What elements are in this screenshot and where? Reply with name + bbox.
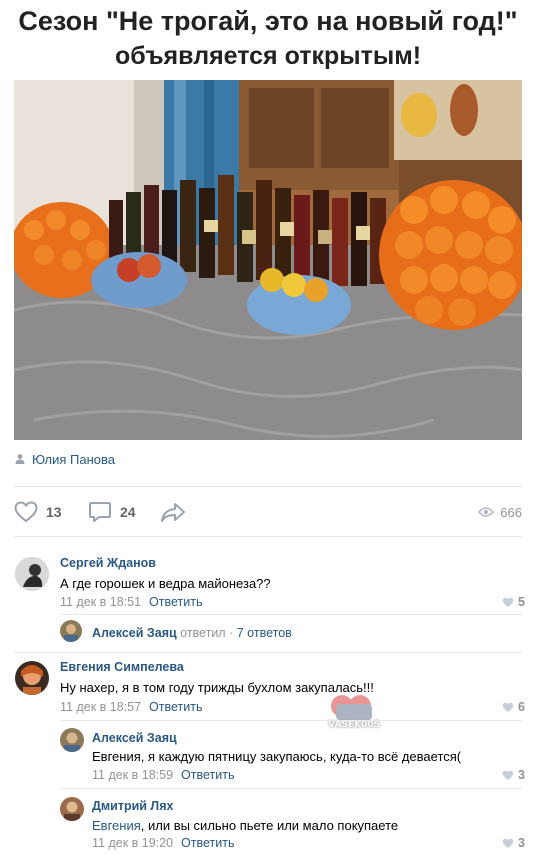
like-count: 13: [46, 504, 62, 520]
reply-button[interactable]: Ответить: [181, 836, 234, 850]
views-counter: 666: [478, 498, 522, 526]
heart-icon: [502, 770, 514, 780]
thread-summary[interactable]: Алексей Заяц ответил · 7 ответов: [92, 626, 292, 640]
heart-icon: [502, 838, 514, 848]
watermark-text: VASEK005: [328, 720, 380, 730]
photo-illustration: [14, 80, 522, 440]
avatar[interactable]: [60, 797, 84, 821]
reply-button[interactable]: Ответить: [149, 595, 202, 609]
avatar-image: [60, 797, 84, 821]
heart-icon: [14, 501, 38, 523]
post-author-name[interactable]: Юлия Панова: [32, 452, 115, 467]
views-count: 666: [500, 504, 522, 520]
reply-meta: 11 дек в 19:20 Ответить: [92, 836, 234, 850]
meme-caption-line-2: объявляется открытым!: [114, 42, 422, 70]
reply-like-button[interactable]: 3: [502, 836, 525, 850]
avatar-image: [15, 661, 49, 695]
post-author[interactable]: Юлия Панова: [14, 450, 115, 468]
comment-button[interactable]: 24: [88, 498, 136, 526]
watermark: VASEK005: [322, 690, 386, 738]
reply-text: Евгения, или вы сильно пьете или мало по…: [92, 818, 398, 833]
post-photo[interactable]: [14, 80, 522, 440]
meme-caption: Сезон "Не трогай, это на новый год!" объ…: [14, 0, 522, 80]
avatar-image: [60, 728, 84, 752]
divider: [14, 536, 522, 537]
reply-date[interactable]: 11 дек в 18:59: [92, 768, 173, 782]
watermark-logo: [331, 695, 372, 720]
avatar[interactable]: [60, 728, 84, 752]
reply-like-button[interactable]: 3: [502, 768, 525, 782]
eye-icon: [478, 507, 495, 517]
reply-text-body: , или вы сильно пьете или мало покупаете: [140, 818, 399, 833]
thread-separator: ·: [229, 626, 234, 640]
reply-button[interactable]: Ответить: [181, 768, 234, 782]
like-button[interactable]: 13: [14, 498, 62, 526]
comment-date[interactable]: 11 дек в 18:57: [60, 700, 141, 714]
comment-like-button[interactable]: 6: [502, 700, 525, 714]
reply-date[interactable]: 11 дек в 19:20: [92, 836, 173, 850]
divider: [60, 720, 522, 721]
divider: [60, 614, 522, 615]
thread-replies-link[interactable]: 7 ответов: [237, 626, 292, 640]
comment-count: 24: [120, 504, 136, 520]
heart-icon: [502, 597, 514, 607]
comment-meta: 11 дек в 18:57 Ответить: [60, 700, 202, 714]
reply-like-count: 3: [518, 768, 525, 782]
post-actions: 13 24 666: [14, 498, 522, 526]
avatar-image: [60, 620, 82, 642]
divider: [14, 486, 522, 487]
comment-author-name[interactable]: Сергей Жданов: [60, 556, 156, 570]
comment-like-button[interactable]: 5: [502, 595, 525, 609]
reply-like-count: 3: [518, 836, 525, 850]
avatar[interactable]: [60, 620, 82, 642]
share-button[interactable]: [160, 498, 186, 526]
comment-like-count: 5: [518, 595, 525, 609]
reply-author-name[interactable]: Алексей Заяц: [92, 731, 177, 745]
reply-button[interactable]: Ответить: [149, 700, 202, 714]
reply-text: Евгения, я каждую пятницу закупаюсь, куд…: [92, 749, 462, 764]
comment-bubble-icon: [89, 502, 111, 522]
comment-meta: 11 дек в 18:51 Ответить: [60, 595, 202, 609]
reply-addressee-link[interactable]: Евгения: [92, 818, 141, 833]
divider: [14, 652, 522, 653]
avatar-image: [15, 557, 49, 591]
divider: [60, 788, 522, 789]
reply-meta: 11 дек в 18:59 Ответить: [92, 768, 234, 782]
comment-text: А где горошек и ведра майонеза??: [60, 576, 271, 591]
avatar[interactable]: [15, 557, 49, 591]
avatar[interactable]: [15, 661, 49, 695]
thread-replied-label: ответил: [180, 626, 226, 640]
comment-like-count: 6: [518, 700, 525, 714]
comment-author-name[interactable]: Евгения Симпелева: [60, 660, 184, 674]
comment-date[interactable]: 11 дек в 18:51: [60, 595, 141, 609]
share-arrow-icon: [161, 503, 185, 522]
reply-author-name[interactable]: Дмитрий Лях: [92, 799, 173, 813]
meme-caption-line-1: Сезон "Не трогай, это на новый год!": [18, 6, 518, 36]
person-icon: [15, 454, 25, 464]
heart-icon: [502, 702, 514, 712]
thread-author-name[interactable]: Алексей Заяц: [92, 626, 177, 640]
